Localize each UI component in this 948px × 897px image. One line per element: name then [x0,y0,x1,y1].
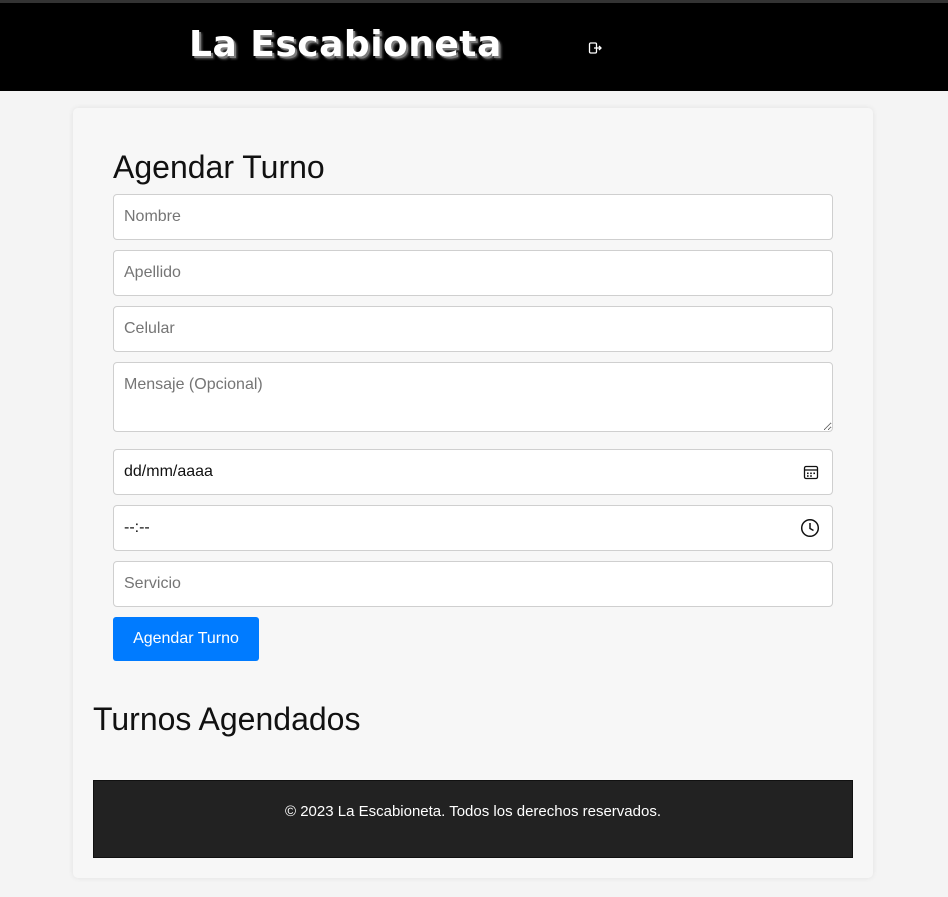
form-title: Agendar Turno [113,149,325,185]
site-header: La Escabioneta [0,3,948,91]
servicio-input[interactable] [113,561,833,607]
logout-icon[interactable] [588,41,602,55]
calendar-icon[interactable] [802,463,820,481]
brand-logo[interactable]: La Escabioneta [189,23,502,67]
agendar-turno-button[interactable]: Agendar Turno [113,617,259,661]
turnos-agendados-title: Turnos Agendados [93,701,361,737]
nombre-input[interactable] [113,194,833,240]
apellido-input[interactable] [113,250,833,296]
main-card: Agendar Turno dd/mm/aaaa --:-- Agendar T… [73,108,873,878]
hora-value: --:-- [124,519,150,536]
footer-copyright: © 2023 La Escabioneta. Todos los derecho… [284,803,661,820]
fecha-value: dd/mm/aaaa [124,463,213,480]
celular-input[interactable] [113,306,833,352]
footer: © 2023 La Escabioneta. Todos los derecho… [93,780,853,858]
mensaje-textarea[interactable] [113,362,833,432]
clock-icon[interactable] [800,518,820,538]
hora-input[interactable]: --:-- [113,505,833,551]
fecha-input[interactable]: dd/mm/aaaa [113,449,833,495]
